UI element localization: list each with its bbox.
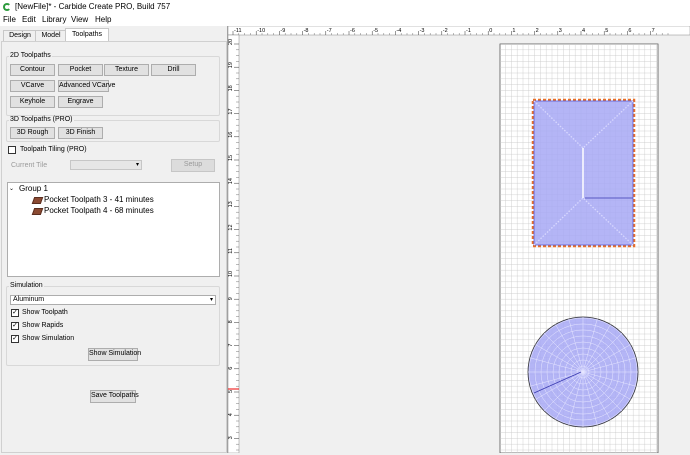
chevron-down-icon[interactable]: ⌄ <box>9 185 14 192</box>
toolpath-tree[interactable]: ⌄ Group 1 Pocket Toolpath 3 - 41 minutes… <box>7 182 220 277</box>
ruler-label: -8 <box>304 28 309 34</box>
ruler-label: 19 <box>228 62 234 68</box>
menu-library[interactable]: Library <box>42 15 66 24</box>
contour-button[interactable]: Contour <box>10 64 55 76</box>
show-toolpath-label: Show Toolpath <box>22 309 68 316</box>
ruler-label: 4 <box>582 28 585 34</box>
vcarve-button[interactable]: VCarve <box>10 80 55 92</box>
ruler-label: 20 <box>228 39 234 45</box>
ruler-label: -2 <box>443 28 448 34</box>
ruler-label: 4 <box>228 413 234 416</box>
pocket-button[interactable]: Pocket <box>58 64 103 76</box>
ruler-label: 0 <box>489 28 492 34</box>
tiling-label: Toolpath Tiling (PRO) <box>20 146 87 153</box>
ruler-label: -1 <box>466 28 471 34</box>
title-bar: [NewFile]* - Carbide Create PRO, Build 7… <box>0 0 690 14</box>
ruler-label: 15 <box>228 155 234 161</box>
material-select[interactable]: Aluminum ▾ <box>10 295 216 305</box>
texture-button[interactable]: Texture <box>104 64 149 76</box>
menu-view[interactable]: View <box>71 15 88 24</box>
tab-bar: Design Model Toolpaths <box>0 28 228 41</box>
toolpath-icon <box>31 208 44 215</box>
carbide-logo-icon <box>3 3 11 11</box>
show-simulation-button[interactable]: Show Simulation <box>88 348 141 361</box>
ruler-label: -9 <box>280 28 285 34</box>
ruler-label: 12 <box>228 224 234 230</box>
ruler-label: -10 <box>257 28 265 34</box>
ruler-label: -6 <box>350 28 355 34</box>
canvas-svg[interactable]: -11 -10 -9 -8 -7 -6 -5 -4 -3 -2 -1 0 1 2 3 4 5 6 7 2019181… <box>227 25 690 454</box>
ruler-label: 17 <box>228 108 234 114</box>
menu-help[interactable]: Help <box>95 15 111 24</box>
ruler-label: 7 <box>652 28 655 34</box>
chevron-down-icon: ▾ <box>209 297 213 303</box>
chevron-down-icon: ▾ <box>135 162 139 168</box>
pocket-toolpath-rectangle[interactable] <box>531 98 636 248</box>
advanced-vcarve-button[interactable]: Advanced VCarve <box>58 80 115 92</box>
ruler-label: 3 <box>559 28 562 34</box>
ruler-label: -11 <box>234 28 242 34</box>
3d-finish-button[interactable]: 3D Finish <box>58 127 103 139</box>
drill-button[interactable]: Drill <box>151 64 196 76</box>
ruler-label: 9 <box>228 297 234 300</box>
ruler-label: 5 <box>228 390 234 393</box>
menu-edit[interactable]: Edit <box>22 15 36 24</box>
menu-file[interactable]: File <box>3 15 16 24</box>
save-toolpaths-button[interactable]: Save Toolpaths <box>90 390 139 403</box>
ruler-label: 18 <box>228 85 234 91</box>
ruler-label: 14 <box>228 178 234 184</box>
ruler-label: 13 <box>228 201 234 207</box>
ruler-label: -4 <box>396 28 401 34</box>
tree-item[interactable]: Pocket Toolpath 4 - 68 minutes <box>44 206 154 215</box>
tiling-checkbox[interactable] <box>8 146 16 154</box>
ruler-label: -3 <box>420 28 425 34</box>
setup-button[interactable]: Setup <box>171 159 215 172</box>
ruler-label: 11 <box>228 248 234 254</box>
ruler-label: 5 <box>605 28 608 34</box>
tab-toolpaths[interactable]: Toolpaths <box>65 28 109 41</box>
show-simulation-label: Show Simulation <box>22 335 75 342</box>
window-title: [NewFile]* - Carbide Create PRO, Build 7… <box>15 2 171 11</box>
tab-design[interactable]: Design <box>3 30 37 41</box>
engrave-button[interactable]: Engrave <box>58 96 103 108</box>
group-title-2d: 2D Toolpaths <box>9 52 52 59</box>
menu-bar: File Edit Library View Help <box>0 14 690 26</box>
show-simulation-checkbox[interactable]: ✓ <box>11 335 19 343</box>
ruler-label: 6 <box>628 28 631 34</box>
ruler-label: -5 <box>373 28 378 34</box>
group-title-3d: 3D Toolpaths (PRO) <box>9 116 74 123</box>
show-rapids-checkbox[interactable]: ✓ <box>11 322 19 330</box>
ruler-label: 10 <box>228 271 234 277</box>
tab-model[interactable]: Model <box>35 30 67 41</box>
ruler-label: 6 <box>228 367 234 370</box>
ruler-label: 2 <box>536 28 539 34</box>
design-canvas[interactable]: -11 -10 -9 -8 -7 -6 -5 -4 -3 -2 -1 0 1 2 3 4 5 6 7 20 19 18 1… <box>227 25 690 454</box>
group-title-simulation: Simulation <box>9 282 44 289</box>
toolpath-icon <box>31 197 44 204</box>
show-toolpath-checkbox[interactable]: ✓ <box>11 309 19 317</box>
show-rapids-label: Show Rapids <box>22 322 64 329</box>
current-tile-label: Current Tile <box>11 162 48 169</box>
3d-rough-button[interactable]: 3D Rough <box>10 127 55 139</box>
ruler-label: 3 <box>228 436 234 439</box>
ruler-label: 1 <box>512 28 515 34</box>
ruler-label: 16 <box>228 132 234 138</box>
keyhole-button[interactable]: Keyhole <box>10 96 55 108</box>
ruler-label: -7 <box>327 28 332 34</box>
current-tile-select[interactable]: ▾ <box>70 160 142 170</box>
ruler-label: 8 <box>228 320 234 323</box>
ruler-label: 7 <box>228 344 234 347</box>
material-value: Aluminum <box>13 296 45 303</box>
tree-group-label[interactable]: Group 1 <box>19 184 48 193</box>
tree-item[interactable]: Pocket Toolpath 3 - 41 minutes <box>44 195 154 204</box>
